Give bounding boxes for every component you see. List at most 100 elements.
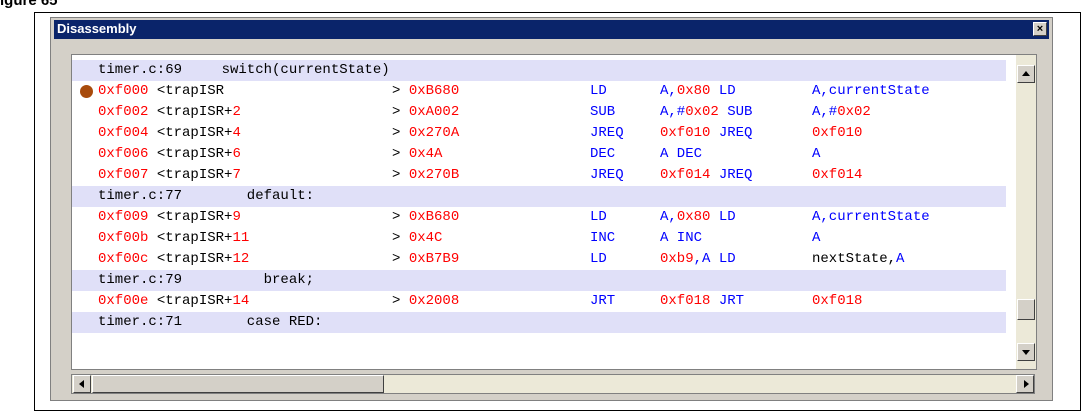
symbolic-operands: 0xf014: [812, 165, 862, 186]
operand-part: JREQ: [710, 167, 753, 183]
operand-part: A: [812, 146, 821, 162]
operand-part: A DEC: [660, 146, 703, 162]
operand-part: 0xb9: [660, 251, 694, 267]
operand-part: A: [896, 251, 905, 267]
symbol: <trapISR+: [148, 167, 233, 183]
symbol: <trapISR+: [148, 146, 233, 162]
vertical-scrollbar[interactable]: [1016, 55, 1036, 369]
source-code: default:: [188, 188, 315, 204]
address: 0xf000: [98, 83, 149, 99]
mnemonic: INC: [590, 230, 616, 246]
arrow-marker: >: [392, 104, 409, 120]
operands: A,0x80 LD: [660, 81, 736, 102]
operands: A INC: [660, 228, 702, 249]
symbol: <trapISR+: [148, 230, 233, 246]
opcode: 0xB7B9: [408, 251, 460, 267]
source-location: timer.c:71: [98, 314, 183, 330]
symbolic-operands: A,#0x02: [812, 102, 871, 123]
scroll-left-button[interactable]: [73, 375, 91, 393]
source-location: timer.c:77: [98, 188, 183, 204]
address-cell: 0xf009 <trapISR+9: [98, 207, 241, 228]
symbol-offset: 4: [232, 125, 241, 141]
source-code: break;: [188, 272, 315, 288]
address: 0xf009: [98, 209, 149, 225]
symbol-offset: 12: [232, 251, 250, 267]
close-button[interactable]: ×: [1033, 22, 1047, 36]
arrow-left-icon: [79, 380, 84, 388]
operand-part: 0xf018: [812, 293, 863, 309]
operand-part: LD: [710, 209, 736, 225]
disassembly-row[interactable]: 0xf007 <trapISR+7 > 0x270B JREQ 0xf014 JREQ…: [72, 165, 1006, 186]
disassembly-window: Disassembly × timer.c:69 switch(currentS…: [50, 17, 1053, 401]
arrow-marker: >: [392, 209, 409, 225]
opcode-cell: > 0xA002: [392, 102, 459, 123]
operand-part: A: [812, 230, 821, 246]
disassembly-row[interactable]: 0xf004 <trapISR+4 > 0x270A JREQ 0xf010 JREQ…: [72, 123, 1006, 144]
operand-part: A,#: [660, 104, 686, 120]
address-cell: 0xf002 <trapISR+2: [98, 102, 241, 123]
operand-part: 0xf014: [660, 167, 711, 183]
symbolic-operands: A: [812, 228, 820, 249]
opcode: 0x4A: [408, 146, 443, 162]
arrow-up-icon: [1022, 71, 1030, 76]
operand-part: 0xf010: [660, 125, 711, 141]
title-bar[interactable]: Disassembly ×: [54, 20, 1049, 39]
source-location: timer.c:69: [98, 62, 183, 78]
disassembly-row[interactable]: 0xf00e <trapISR+14 > 0x2008 JRT 0xf018 JRT 0…: [72, 291, 1006, 312]
disassembly-row[interactable]: 0xf002 <trapISR+2 > 0xA002 SUB A,#0x02 SUB A…: [72, 102, 1006, 123]
operand-part: SUB: [718, 104, 753, 120]
disassembly-row[interactable]: 0xf006 <trapISR+6 > 0x4A DEC A DEC A: [72, 144, 1006, 165]
opcode-cell: > 0x4C: [392, 228, 442, 249]
symbol-offset: 7: [232, 167, 241, 183]
symbol: <trapISR+: [148, 251, 233, 267]
scroll-down-button[interactable]: [1017, 343, 1035, 361]
disassembly-listing[interactable]: timer.c:69 switch(currentState) 0xf000 <t…: [71, 54, 1037, 370]
arrow-marker: >: [392, 146, 409, 162]
arrow-marker: >: [392, 293, 409, 309]
address-cell: 0xf00c <trapISR+12: [98, 249, 249, 270]
symbol: <trapISR+: [148, 209, 233, 225]
operand-part: JRT: [710, 293, 745, 309]
operands: 0xf018 JRT: [660, 291, 744, 312]
operand-part: nextState,: [812, 251, 897, 267]
source-line-row[interactable]: timer.c:69 switch(currentState): [72, 60, 1006, 81]
disassembly-row[interactable]: 0xf00b <trapISR+11 > 0x4C INC A INC A: [72, 228, 1006, 249]
mnemonic: JRT: [590, 293, 616, 309]
horizontal-scroll-thumb[interactable]: [92, 375, 384, 393]
source-line-row[interactable]: timer.c:71 case RED:: [72, 312, 1006, 333]
opcode: 0xB680: [408, 83, 460, 99]
horizontal-scrollbar[interactable]: [71, 374, 1035, 394]
vertical-scroll-thumb[interactable]: [1017, 299, 1035, 320]
arrow-down-icon: [1022, 350, 1030, 355]
operand-part: ,A LD: [693, 251, 736, 267]
address-cell: 0xf004 <trapISR+4: [98, 123, 241, 144]
disassembly-row[interactable]: 0xf000 <trapISR > 0xB680 LD A,0x80 LD A,curr…: [72, 81, 1006, 102]
address: 0xf007: [98, 167, 149, 183]
operands: 0xf010 JREQ: [660, 123, 752, 144]
scroll-right-button[interactable]: [1016, 375, 1034, 393]
operands: A DEC: [660, 144, 702, 165]
disassembly-row[interactable]: 0xf009 <trapISR+9 > 0xB680 LD A,0x80 LD A,cu…: [72, 207, 1006, 228]
source-line-row[interactable]: timer.c:79 break;: [72, 270, 1006, 291]
address: 0xf00c: [98, 251, 149, 267]
symbol-offset: 2: [232, 104, 241, 120]
operand-part: A,#: [812, 104, 838, 120]
operands: A,0x80 LD: [660, 207, 736, 228]
source-code: switch(currentState): [188, 62, 390, 78]
source-code: case RED:: [188, 314, 323, 330]
address: 0xf006: [98, 146, 149, 162]
symbolic-operands: A,currentState: [812, 207, 930, 228]
address-cell: 0xf007 <trapISR+7: [98, 165, 241, 186]
window-title: Disassembly: [57, 21, 137, 36]
scroll-up-button[interactable]: [1017, 65, 1035, 83]
symbolic-operands: 0xf010: [812, 123, 862, 144]
operand-part: 0x02: [685, 104, 719, 120]
mnemonic: JREQ: [590, 125, 624, 141]
operands: 0xf014 JREQ: [660, 165, 752, 186]
disassembly-row[interactable]: 0xf00c <trapISR+12 > 0xB7B9 LD 0xb9,A LD nex…: [72, 249, 1006, 270]
opcode-cell: > 0x4A: [392, 144, 442, 165]
source-line-row[interactable]: timer.c:77 default:: [72, 186, 1006, 207]
symbol: <trapISR+: [148, 104, 233, 120]
address-cell: 0xf00b <trapISR+11: [98, 228, 249, 249]
arrow-marker: >: [392, 251, 409, 267]
